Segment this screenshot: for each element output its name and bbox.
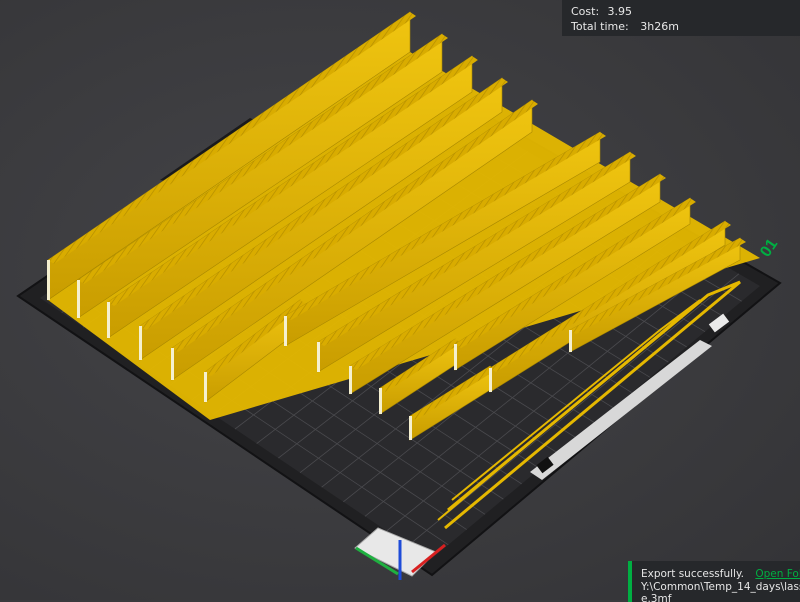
- cost-value: 3.95: [607, 5, 633, 18]
- wall-end: [409, 416, 412, 440]
- total-time-value: 3h26m: [640, 20, 679, 33]
- wall-end: [171, 348, 174, 380]
- open-folder-link[interactable]: Open Folder: [755, 568, 800, 580]
- wall-end: [204, 372, 207, 402]
- total-time-label: Total time:: [571, 20, 629, 33]
- plate-number: 01: [757, 236, 781, 260]
- build-plate-scene[interactable]: 01: [0, 0, 800, 600]
- wall-end: [77, 280, 80, 318]
- notification-message: Export successfully.: [641, 568, 745, 580]
- notification-path: Y:\Common\Temp_14_days\lasse\T-s: [641, 581, 800, 593]
- notification-path-continued: e.3mf: [641, 593, 672, 602]
- 3d-viewport[interactable]: 01: [0, 0, 800, 600]
- wall-end: [139, 326, 142, 360]
- wall-end: [489, 368, 492, 392]
- wall-end: [107, 302, 110, 338]
- wall-end: [569, 330, 572, 352]
- slice-info-panel: Cost: 3.95 Total time: 3h26m: [562, 0, 800, 36]
- export-notification: Export successfully. Open Folder Y:\Comm…: [628, 561, 800, 602]
- wall-end: [454, 344, 457, 370]
- wall-end: [284, 316, 287, 346]
- wall-end: [379, 388, 382, 414]
- wall-end: [47, 260, 50, 300]
- wall-end: [317, 342, 320, 372]
- wall-end: [349, 366, 352, 394]
